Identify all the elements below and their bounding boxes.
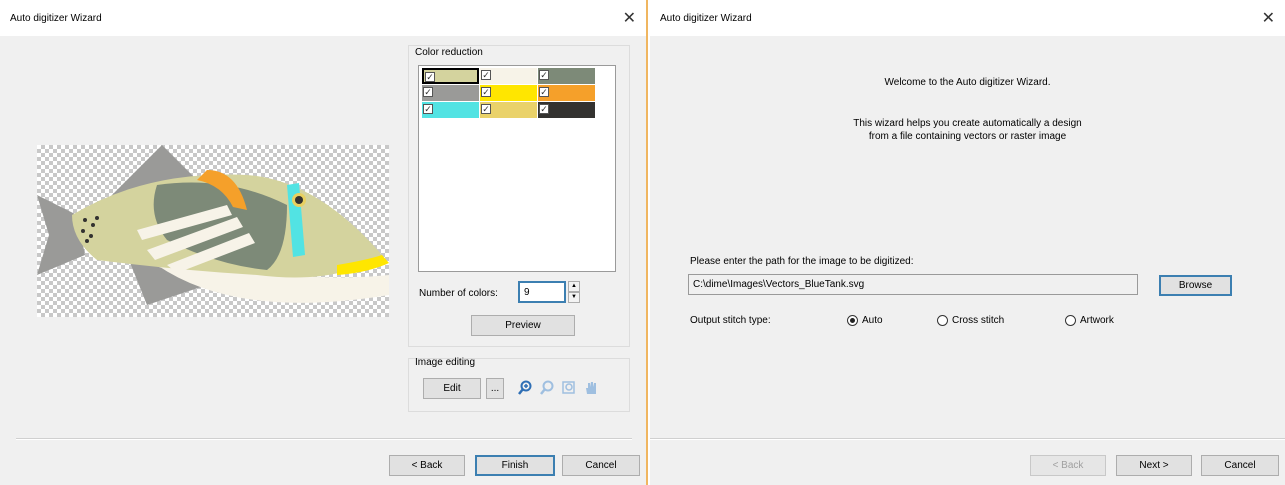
dialog-title: Auto digitizer Wizard: [10, 13, 102, 24]
number-of-colors-label: Number of colors:: [419, 288, 498, 299]
preview-button[interactable]: Preview: [471, 315, 575, 336]
color-swatch[interactable]: ✓: [538, 85, 595, 101]
zoom-out-icon[interactable]: [539, 380, 555, 399]
pan-hand-icon[interactable]: [583, 380, 599, 399]
finish-button[interactable]: Finish: [475, 455, 555, 476]
radio-auto-label: Auto: [862, 315, 883, 326]
color-swatch[interactable]: ✓: [422, 68, 479, 84]
more-options-button[interactable]: ...: [486, 378, 504, 399]
radio-auto[interactable]: [847, 315, 858, 326]
title-bar: Auto digitizer Wizard ✕: [0, 0, 646, 36]
footer-separator: [650, 438, 1285, 440]
close-icon[interactable]: ✕: [1262, 8, 1275, 28]
cancel-button[interactable]: Cancel: [1201, 455, 1279, 476]
auto-digitizer-wizard-welcome-dialog: Auto digitizer Wizard ✕ Welcome to the A…: [650, 0, 1285, 485]
zoom-fit-icon[interactable]: [561, 380, 577, 399]
description-line-1: This wizard helps you create automatical…: [853, 118, 1082, 129]
image-preview: [37, 145, 389, 317]
number-of-colors-input[interactable]: [518, 281, 566, 303]
auto-digitizer-wizard-color-dialog: Auto digitizer Wizard ✕ Color reduction …: [0, 0, 648, 485]
next-button[interactable]: Next >: [1116, 455, 1192, 476]
swatch-checkbox[interactable]: ✓: [539, 70, 549, 80]
color-swatch[interactable]: ✓: [422, 85, 479, 101]
dialog-title: Auto digitizer Wizard: [660, 13, 752, 24]
back-button[interactable]: < Back: [389, 455, 465, 476]
browse-button[interactable]: Browse: [1159, 275, 1232, 296]
radio-artwork-label: Artwork: [1080, 315, 1114, 326]
color-swatch[interactable]: ✓: [422, 102, 479, 118]
radio-artwork[interactable]: [1065, 315, 1076, 326]
swatch-checkbox[interactable]: ✓: [481, 87, 491, 97]
edit-button[interactable]: Edit: [423, 378, 481, 399]
stitch-type-label: Output stitch type:: [690, 315, 771, 326]
color-reduction-label: Color reduction: [415, 47, 483, 58]
fish-image: [37, 145, 389, 305]
color-swatch[interactable]: ✓: [480, 102, 537, 118]
description-line-2: from a file containing vectors or raster…: [868, 131, 1067, 142]
swatch-checkbox[interactable]: ✓: [539, 104, 549, 114]
footer-separator: [16, 438, 632, 440]
swatch-checkbox[interactable]: ✓: [539, 87, 549, 97]
welcome-heading: Welcome to the Auto digitizer Wizard.: [884, 77, 1051, 88]
swatch-checkbox[interactable]: ✓: [481, 104, 491, 114]
image-path-input[interactable]: [688, 274, 1138, 295]
path-label: Please enter the path for the image to b…: [690, 256, 914, 267]
color-swatch[interactable]: ✓: [538, 102, 595, 118]
color-swatch[interactable]: ✓: [480, 85, 537, 101]
color-swatch-list[interactable]: ✓ ✓ ✓ ✓ ✓ ✓ ✓ ✓ ✓: [418, 65, 616, 272]
stepper-down-button[interactable]: ▼: [568, 292, 580, 303]
zoom-in-icon[interactable]: [517, 380, 533, 399]
swatch-checkbox[interactable]: ✓: [425, 72, 435, 82]
stepper-up-button[interactable]: ▲: [568, 281, 580, 292]
radio-cross-stitch-label: Cross stitch: [952, 315, 1005, 326]
cancel-button[interactable]: Cancel: [562, 455, 640, 476]
swatch-checkbox[interactable]: ✓: [423, 104, 433, 114]
swatch-checkbox[interactable]: ✓: [423, 87, 433, 97]
close-icon[interactable]: ✕: [623, 8, 636, 28]
image-editing-label: Image editing: [415, 357, 476, 368]
back-button[interactable]: < Back: [1030, 455, 1106, 476]
swatch-checkbox[interactable]: ✓: [481, 70, 491, 80]
color-swatch[interactable]: ✓: [480, 68, 537, 84]
color-swatch[interactable]: ✓: [538, 68, 595, 84]
radio-cross-stitch[interactable]: [937, 315, 948, 326]
number-of-colors-stepper[interactable]: ▲ ▼: [518, 281, 580, 303]
title-bar: Auto digitizer Wizard ✕: [650, 0, 1285, 36]
